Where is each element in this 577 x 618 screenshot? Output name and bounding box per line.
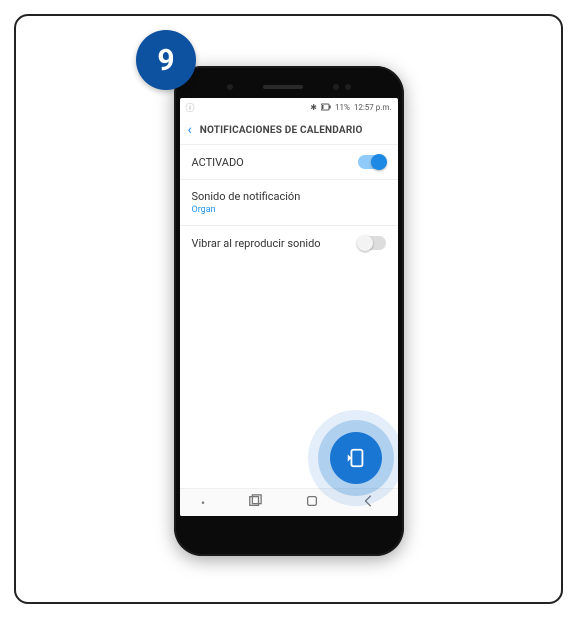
vibrate-label: Vibrar al reproducir sonido bbox=[192, 237, 321, 250]
battery-percent: 11% bbox=[335, 103, 350, 112]
phone-earpiece-area bbox=[180, 76, 398, 98]
nav-recents-button[interactable] bbox=[248, 494, 262, 511]
phone-screen: ⓘ ✱ 11% 12:57 p.m. ‹ NOTIFICACIONES DE C… bbox=[180, 98, 398, 516]
step-badge: 9 bbox=[136, 30, 196, 90]
phone-sensor bbox=[227, 84, 233, 90]
vibrate-switch[interactable] bbox=[358, 236, 386, 250]
sound-value: Organ bbox=[192, 205, 301, 215]
phone-front-camera bbox=[333, 84, 339, 90]
navigation-bar: • bbox=[180, 488, 398, 516]
page-title: NOTIFICACIONES DE CALENDARIO bbox=[200, 125, 363, 136]
phone-chin bbox=[180, 516, 398, 546]
vibrate-row[interactable]: Vibrar al reproducir sonido bbox=[180, 226, 398, 260]
phone-front-camera bbox=[345, 84, 351, 90]
app-bar: ‹ NOTIFICACIONES DE CALENDARIO bbox=[180, 116, 398, 145]
helper-fab[interactable] bbox=[330, 432, 382, 484]
phone-mockup: ⓘ ✱ 11% 12:57 p.m. ‹ NOTIFICACIONES DE C… bbox=[174, 66, 404, 556]
nav-home-button[interactable] bbox=[305, 494, 319, 511]
step-number: 9 bbox=[157, 43, 174, 78]
sound-label: Sonido de notificación bbox=[192, 190, 301, 203]
status-time: 12:57 p.m. bbox=[354, 103, 392, 112]
bluetooth-icon: ✱ bbox=[310, 103, 317, 112]
back-icon[interactable]: ‹ bbox=[188, 122, 192, 138]
nav-menu-button[interactable]: • bbox=[201, 496, 205, 510]
notification-sound-row[interactable]: Sonido de notificación Organ bbox=[180, 180, 398, 225]
status-bar: ⓘ ✱ 11% 12:57 p.m. bbox=[180, 98, 398, 116]
activated-row[interactable]: ACTIVADO bbox=[180, 145, 398, 179]
activated-switch[interactable] bbox=[358, 155, 386, 169]
nav-back-button[interactable] bbox=[362, 494, 376, 511]
battery-icon bbox=[321, 103, 331, 111]
phone-earpiece bbox=[263, 85, 303, 89]
activated-label: ACTIVADO bbox=[192, 156, 244, 169]
page-frame: 9 ⓘ ✱ 11% 12:57 p.m. ‹ NOTIFICACIONES DE… bbox=[14, 14, 563, 604]
info-icon: ⓘ bbox=[186, 101, 195, 114]
device-icon bbox=[345, 447, 367, 469]
